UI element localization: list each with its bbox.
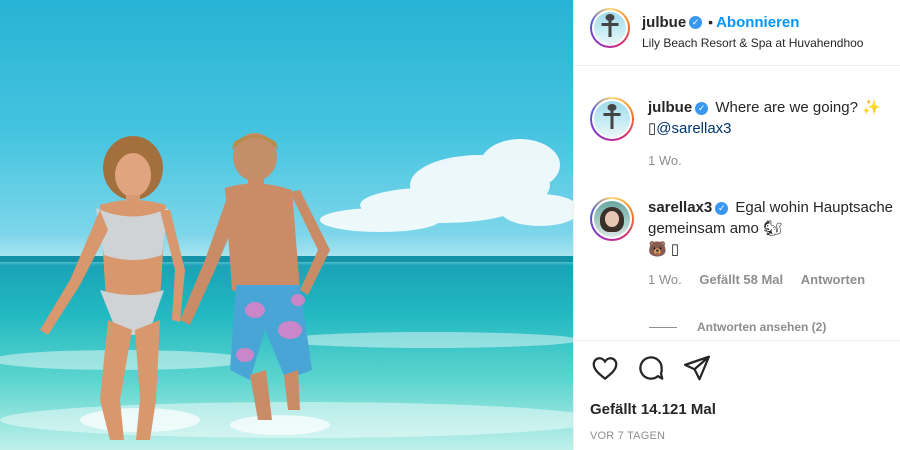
comment-time[interactable]: 1 Wo. [648,153,682,168]
verified-badge-icon: ✓ [715,201,729,215]
reply-comment: sarellax3 ✓ Egal wohin Hauptsache gemeins… [590,197,898,287]
comment-mention-link[interactable]: @sarellax3 [656,120,731,137]
verified-badge-icon: ✓ [689,16,703,30]
location-link[interactable]: Lily Beach Resort & Spa at Huvahendhoo [642,34,863,52]
post-header: julbue ✓ • Abonnieren Lily Beach Resort & S… [574,0,900,66]
beach-photo-illustration [0,133,573,440]
author-avatar[interactable] [590,8,630,48]
comment-username[interactable]: julbue [648,99,692,116]
commenter-avatar[interactable] [590,197,634,241]
view-replies-label: Antworten ansehen (2) [697,320,827,334]
heart-icon[interactable] [590,353,620,388]
author-username[interactable]: julbue [642,14,686,31]
post-side-panel: julbue ✓ • Abonnieren Lily Beach Resort & S… [573,0,900,450]
caption-comment: julbue ✓ Where are we going? ✨ ▯@sarellax… [590,97,898,168]
comment-icon[interactable] [636,353,666,388]
post-timestamp[interactable]: VOR 7 TAGEN [590,430,900,442]
instagram-post: julbue ✓ • Abonnieren Lily Beach Resort & S… [0,0,900,450]
post-actions: Gefällt 14.121 Mal VOR 7 TAGEN [574,340,900,450]
comment-text: Where are we going? ✨ [715,99,881,116]
reply-button[interactable]: Antworten [801,272,865,287]
comments-list[interactable]: julbue ✓ Where are we going? ✨ ▯@sarellax… [574,67,900,340]
post-photo[interactable] [0,0,573,450]
comment-time[interactable]: 1 Wo. [648,272,682,287]
share-icon[interactable] [682,353,712,388]
comment-emoji-line: 🐻 ▯ [648,241,680,258]
verified-badge-icon: ✓ [695,101,709,115]
commenter-avatar[interactable] [590,97,634,141]
replies-divider [649,326,677,328]
view-replies-button[interactable]: Antworten ansehen (2) [649,320,826,334]
follow-button[interactable]: Abonnieren [716,14,799,31]
comment-username[interactable]: sarellax3 [648,199,712,216]
separator-dot: • [708,14,714,30]
likes-count[interactable]: Gefällt 14.121 Mal [590,401,900,418]
comment-likes[interactable]: Gefällt 58 Mal [699,272,783,287]
